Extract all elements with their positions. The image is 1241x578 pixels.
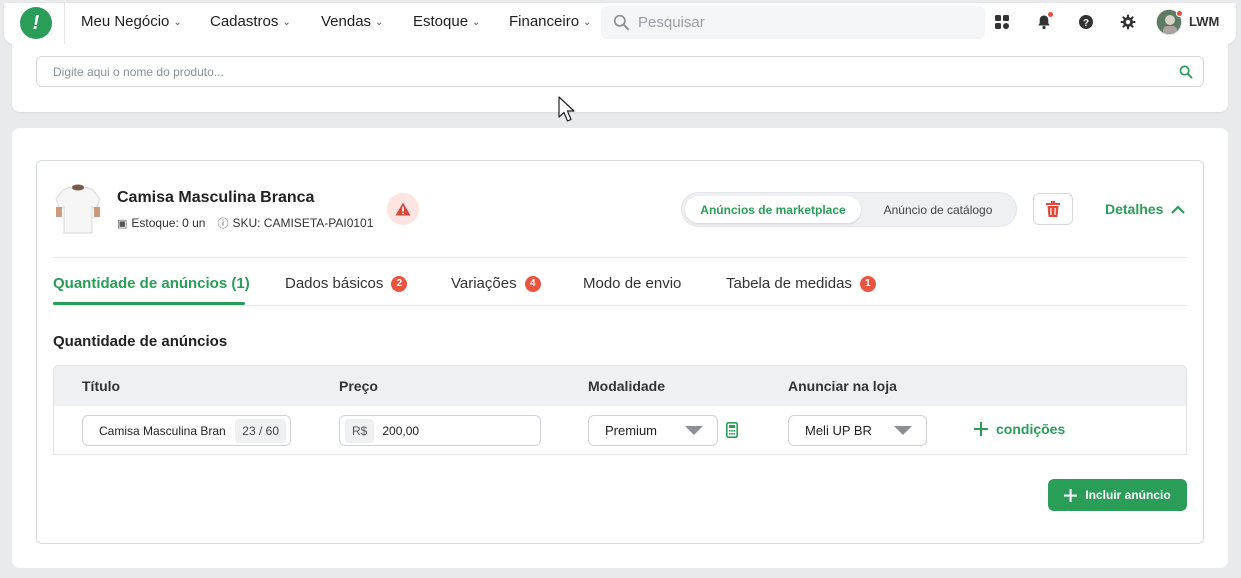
nav-vendas[interactable]: Vendas ⌄ <box>321 13 383 30</box>
caret-down-icon <box>685 426 703 435</box>
section-title: Quantidade de anúncios <box>53 333 228 350</box>
logo-divider <box>64 3 65 44</box>
product-name: Camisa Masculina Branca <box>117 189 315 206</box>
global-search[interactable] <box>601 6 985 39</box>
warning-button[interactable] <box>387 193 419 225</box>
product-search-input[interactable] <box>53 64 1179 79</box>
tabs-divider <box>53 305 1187 306</box>
chevron-down-icon: ⌄ <box>173 17 182 28</box>
notification-dot <box>1047 11 1054 18</box>
plus-icon <box>1064 488 1078 502</box>
error-count-badge: 1 <box>859 275 876 292</box>
search-icon <box>613 14 630 31</box>
nav-estoque[interactable]: Estoque ⌄ <box>413 13 480 30</box>
store-select[interactable]: Meli UP BR <box>788 415 927 446</box>
chevron-down-icon: ⌄ <box>472 17 481 28</box>
product-panel: Camisa Masculina Branca ▣ Estoque: 0 un … <box>36 160 1204 544</box>
apps-grid-icon[interactable] <box>992 12 1012 32</box>
tab-tabela-medidas[interactable]: Tabela de medidas 1 <box>726 275 876 292</box>
tab-quantidade-anuncios[interactable]: Quantidade de anúncios (1) <box>53 275 250 292</box>
search-icon[interactable] <box>1179 65 1193 79</box>
error-count-badge: 2 <box>391 275 408 292</box>
chevron-down-icon: ⌄ <box>282 17 291 28</box>
warning-icon <box>395 202 411 216</box>
include-listing-button[interactable]: Incluir anúncio <box>1048 479 1187 511</box>
help-icon[interactable]: ? <box>1076 12 1096 32</box>
mouse-cursor-icon <box>558 96 575 122</box>
marketplace-listings-option[interactable]: Anúncios de marketplace <box>685 196 861 223</box>
tab-dados-basicos[interactable]: Dados básicos 2 <box>285 275 408 292</box>
avatar-status-dot <box>1176 10 1183 17</box>
product-sku: SKU: CAMISETA-PAI0101 <box>232 216 374 230</box>
app-logo[interactable]: ! <box>20 7 52 39</box>
column-header-preco: Preço <box>339 378 378 394</box>
character-counter: 23 / 60 <box>235 418 286 443</box>
svg-text:?: ? <box>1083 18 1089 29</box>
notification-bell-icon[interactable] <box>1034 11 1054 32</box>
product-image <box>55 184 101 234</box>
nav-cadastros[interactable]: Cadastros ⌄ <box>210 13 291 30</box>
catalog-listing-option[interactable]: Anúncio de catálogo <box>868 196 1008 223</box>
price-input[interactable]: R$ 200,00 <box>339 415 541 446</box>
nav-meu-negocio[interactable]: Meu Negócio ⌄ <box>81 13 182 30</box>
table-header: Título Preço Modalidade Anunciar na loja <box>54 366 1186 406</box>
product-search-card <box>12 44 1228 112</box>
error-count-badge: 4 <box>524 275 541 292</box>
details-toggle[interactable]: Detalhes <box>1105 201 1186 217</box>
trash-icon <box>1046 201 1060 217</box>
gear-icon[interactable] <box>1118 12 1138 32</box>
chevron-down-icon: ⌄ <box>375 17 384 28</box>
tab-variacoes[interactable]: Variações 4 <box>451 275 541 292</box>
nav-financeiro[interactable]: Financeiro ⌄ <box>509 13 591 30</box>
listing-card: Camisa Masculina Branca ▣ Estoque: 0 un … <box>12 128 1228 568</box>
top-navbar: ! Meu Negócio ⌄ Cadastros ⌄ Vendas ⌄ Estoqu… <box>4 3 1236 44</box>
box-icon: ▣ <box>117 217 128 230</box>
chevron-down-icon: ⌄ <box>583 17 592 28</box>
caret-down-icon <box>894 426 912 435</box>
delete-button[interactable] <box>1033 193 1073 225</box>
listing-type-toggle: Anúncios de marketplace Anúncio de catál… <box>681 192 1017 227</box>
currency-prefix: R$ <box>345 418 375 443</box>
tab-modo-envio[interactable]: Modo de envio <box>583 275 681 292</box>
plus-icon <box>974 422 988 436</box>
calculator-icon[interactable] <box>726 422 738 438</box>
listing-title-input[interactable]: Camisa Masculina Bran 23 / 60 <box>82 415 291 446</box>
global-search-input[interactable] <box>638 14 968 31</box>
add-conditions-button[interactable]: condições <box>974 421 1065 437</box>
listings-table: Título Preço Modalidade Anunciar na loja… <box>53 365 1187 455</box>
column-header-anunciar-loja: Anunciar na loja <box>788 378 897 394</box>
modality-select[interactable]: Premium <box>588 415 718 446</box>
info-icon: ⓘ <box>217 218 229 230</box>
product-meta: ▣ Estoque: 0 un ⓘ SKU: CAMISETA-PAI0101 <box>117 215 373 231</box>
column-header-titulo: Título <box>82 378 121 394</box>
header-divider <box>53 257 1187 258</box>
product-search-box[interactable] <box>36 56 1204 87</box>
product-stock: Estoque: 0 un <box>131 216 206 230</box>
user-initials[interactable]: LWM <box>1189 14 1219 29</box>
column-header-modalidade: Modalidade <box>588 378 666 394</box>
chevron-up-icon <box>1171 204 1186 214</box>
tab-bar: Quantidade de anúncios (1) Dados básicos… <box>53 269 1187 305</box>
